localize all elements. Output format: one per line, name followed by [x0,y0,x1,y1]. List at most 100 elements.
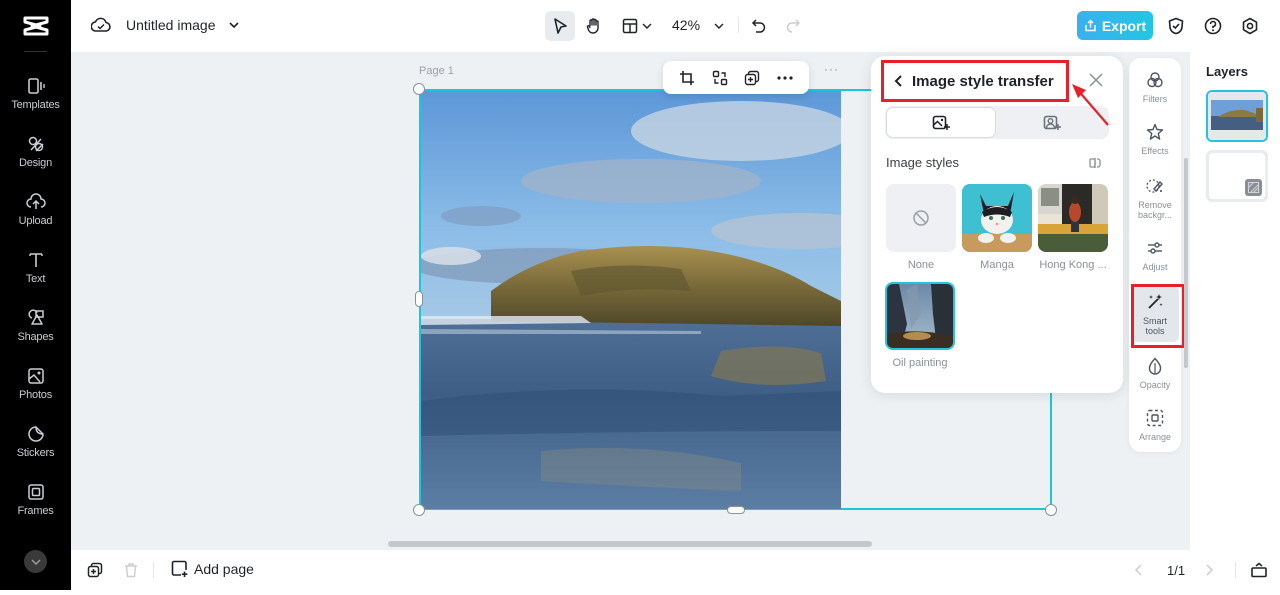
resize-handle-bottom[interactable] [727,506,745,514]
tool-opacity[interactable]: Opacity [1131,356,1179,390]
tool-effects[interactable]: Effects [1131,122,1179,156]
chevron-down-icon [714,23,724,29]
layout-dropdown-button[interactable] [619,11,655,41]
next-page-button[interactable] [1199,558,1219,582]
crop-icon [680,70,695,85]
add-page-label: Add page [194,560,254,577]
sidebar-item-templates[interactable]: Templates [0,76,71,126]
style-thumbnail [886,184,956,252]
settings-button[interactable] [1238,11,1262,41]
tool-label: Remove backgr... [1137,200,1173,220]
crop-button[interactable] [675,66,699,90]
redo-button[interactable] [782,11,804,41]
tool-arrange[interactable]: Arrange [1131,408,1179,442]
sidebar-item-shapes[interactable]: Shapes [0,308,71,358]
add-page-button[interactable]: Add page [171,560,254,577]
photos-icon [26,366,46,386]
style-option-hong-kong[interactable]: Hong Kong ... [1038,184,1108,271]
compare-icon[interactable] [1088,156,1102,170]
oil-painting-landscape-image [421,91,841,509]
style-thumbnail [1038,184,1108,252]
tool-label: Filters [1142,94,1168,104]
hong-kong-thumbnail [1038,184,1108,252]
image-style-transfer-panel: Image style transfer Image styles None M… [871,56,1123,393]
cloud-saved-icon[interactable] [91,16,111,34]
oil-painting-thumbnail [887,284,953,348]
sidebar-item-label: Photos [18,389,53,401]
tool-adjust[interactable]: Adjust [1131,238,1179,272]
gear-icon [1242,17,1258,35]
sidebar-item-frames[interactable]: Frames [0,482,71,532]
sidebar-item-upload[interactable]: Upload [0,192,71,242]
sidebar-item-label: Design [18,157,53,169]
document-title[interactable]: Untitled image [126,17,216,33]
resize-handle-left[interactable] [415,291,423,307]
page-more-button[interactable]: ··· [824,62,839,76]
tool-filters[interactable]: Filters [1131,70,1179,104]
help-button[interactable] [1201,11,1225,41]
layer-item-background[interactable] [1206,150,1268,202]
tool-label: Opacity [1139,380,1171,390]
canvas-image[interactable] [421,91,841,509]
bottom-divider [153,562,154,578]
sidebar-item-stickers[interactable]: Stickers [0,424,71,474]
delete-page-button[interactable] [119,558,143,582]
text-icon [26,250,46,270]
style-option-oil-painting[interactable]: Oil painting [885,282,955,369]
previous-page-button[interactable] [1129,558,1149,582]
hand-tool-button[interactable] [579,11,609,41]
shield-check-icon [1168,17,1184,35]
duplicate-page-icon [87,562,103,578]
layer-background-thumbnail [1209,153,1265,199]
duplicate-button[interactable] [740,66,764,90]
horizontal-scrollbar[interactable] [388,541,872,547]
adjust-icon [1145,238,1165,258]
property-toolbar-scrollbar[interactable] [1184,158,1188,368]
image-styles-heading: Image styles [886,155,959,170]
expand-pages-button[interactable] [1247,558,1271,582]
resize-handle-top-left[interactable] [413,83,425,95]
tool-label: Effects [1141,146,1169,156]
tab-image-style[interactable] [886,107,996,138]
zoom-level[interactable]: 42% [672,17,700,33]
page-count: 1/1 [1167,563,1186,578]
page-label: Page 1 [419,65,454,77]
style-option-none[interactable]: None [886,184,956,271]
layers-panel: Layers [1189,52,1280,550]
shield-button[interactable] [1164,11,1188,41]
image-floating-toolbar [663,61,809,94]
panel-header-highlight: Image style transfer [881,60,1069,102]
duplicate-page-button[interactable] [83,558,107,582]
sidebar-more-button[interactable] [24,550,47,573]
more-options-button[interactable] [773,66,797,90]
replace-button[interactable] [708,66,732,90]
style-option-label: Manga [980,259,1014,271]
tool-smart-tools[interactable]: Smart tools [1131,286,1179,342]
undo-icon [751,19,766,33]
layer-item-image[interactable] [1206,90,1268,142]
arrange-icon [1145,408,1165,428]
sidebar-item-design[interactable]: Design [0,134,71,184]
tool-remove-background[interactable]: Remove backgr... [1131,176,1179,220]
resize-handle-bottom-right[interactable] [1045,504,1057,516]
undo-button[interactable] [748,11,770,41]
close-icon[interactable] [1089,73,1103,87]
chevron-down-icon[interactable] [228,18,240,32]
sidebar-item-text[interactable]: Text [0,250,71,300]
sidebar-item-photos[interactable]: Photos [0,366,71,416]
zoom-dropdown-button[interactable] [709,11,729,41]
sidebar-item-label: Frames [17,505,54,517]
pointer-icon [554,18,567,34]
templates-icon [26,76,46,96]
resize-handle-bottom-left[interactable] [413,504,425,516]
export-button[interactable]: Export [1077,11,1153,40]
tab-portrait-style[interactable] [997,107,1107,138]
sidebar-item-label: Templates [11,99,60,111]
select-tool-button[interactable] [545,11,575,41]
capcut-logo[interactable] [0,0,71,52]
back-chevron-icon[interactable] [894,74,904,88]
tool-label: Arrange [1138,432,1172,442]
style-option-manga[interactable]: Manga [962,184,1032,271]
sidebar-item-label: Text [25,273,46,285]
sidebar-item-label: Upload [18,215,53,227]
